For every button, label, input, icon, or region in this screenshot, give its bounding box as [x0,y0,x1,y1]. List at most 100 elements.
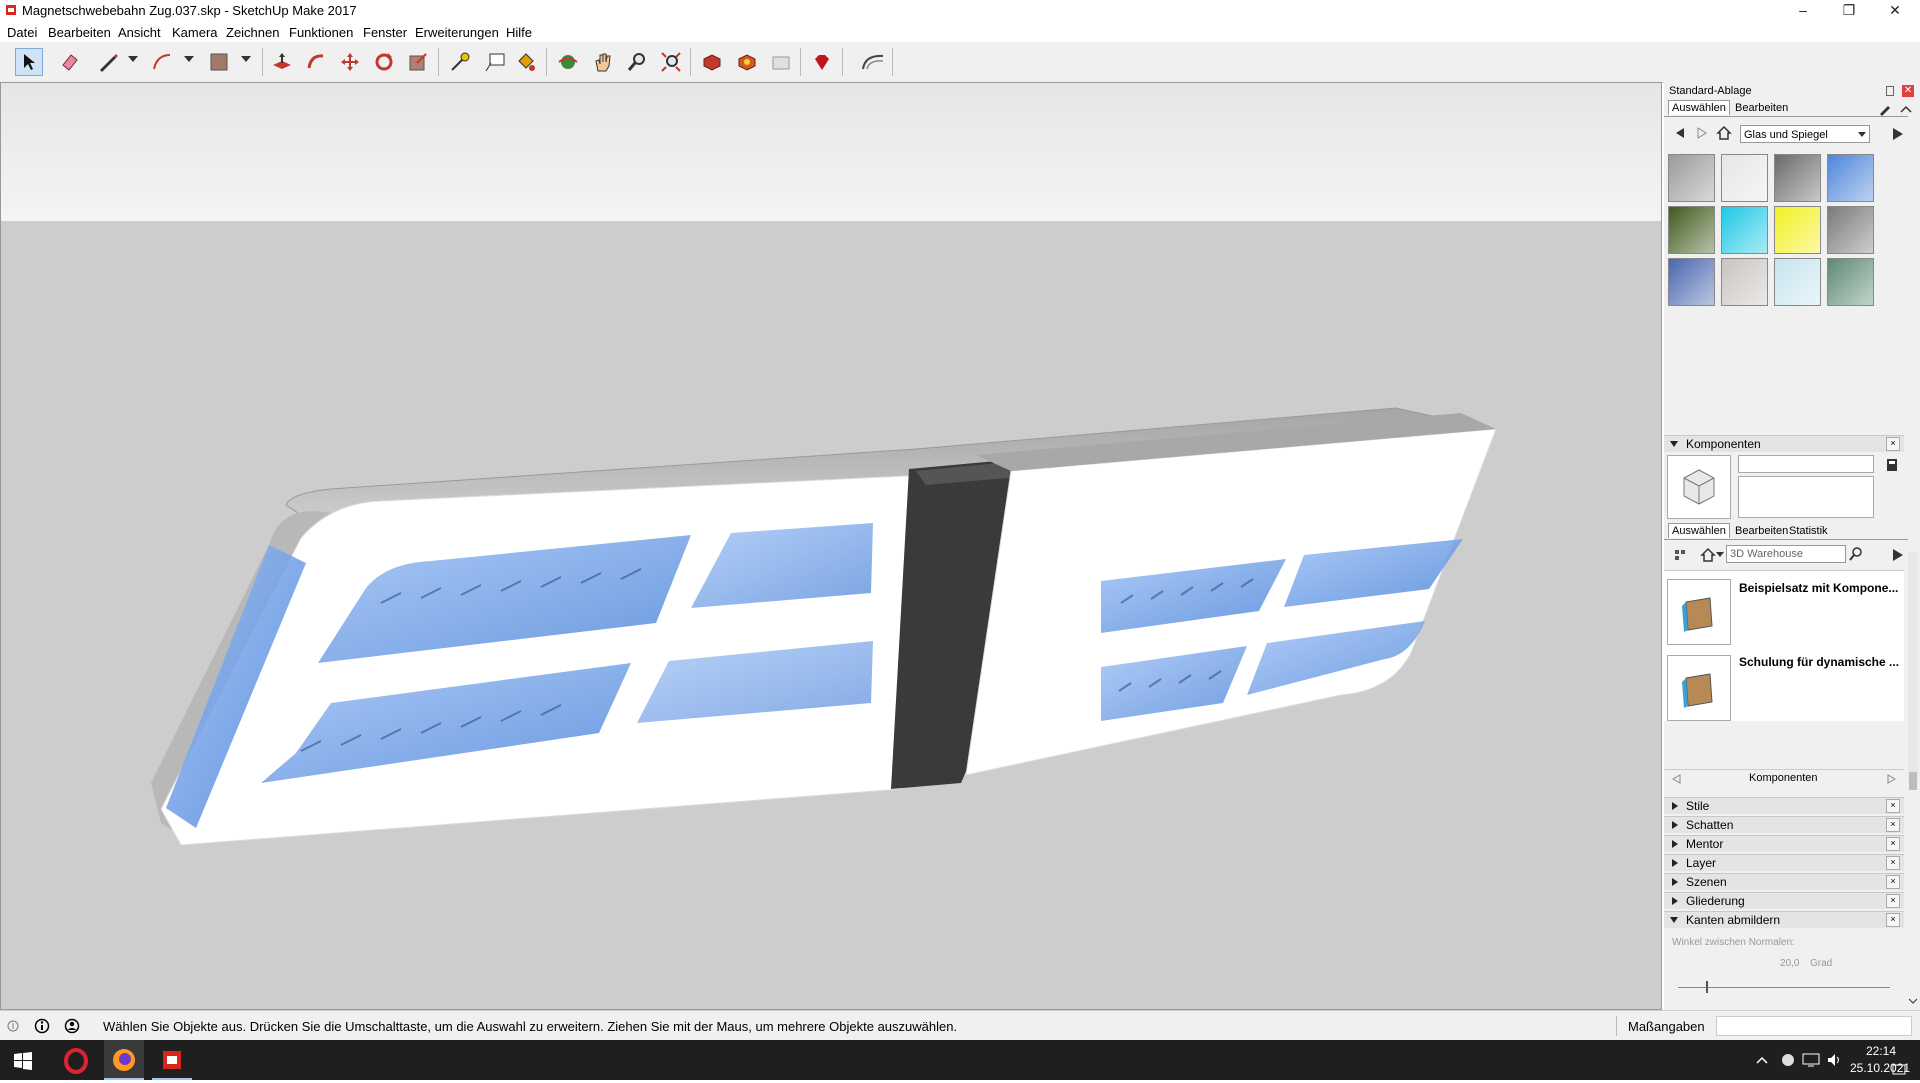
zoom-tool-icon[interactable] [623,48,651,76]
tray-onedrive-icon[interactable] [1780,1052,1796,1068]
material-swatch[interactable] [1668,258,1715,306]
home-icon[interactable] [1716,125,1732,141]
list-item-thumbnail[interactable] [1667,579,1731,645]
soften-angle-slider-thumb[interactable] [1706,981,1708,993]
ruby-console-icon[interactable] [808,48,836,76]
credits-info-icon[interactable] [34,1018,50,1034]
orbit-tool-icon[interactable] [554,48,582,76]
extension-warehouse-icon[interactable] [733,48,761,76]
material-swatch[interactable] [1721,154,1768,202]
components-tab-select[interactable]: Auswählen [1668,523,1730,538]
section-close-icon[interactable]: × [1886,818,1900,832]
components-home-icon[interactable] [1700,547,1716,563]
home-dropdown-icon[interactable] [1716,552,1724,557]
material-swatch[interactable] [1774,154,1821,202]
material-collection-select[interactable]: Glas und Spiegel [1740,125,1870,143]
menu-funktionen[interactable]: Funktionen [289,25,353,40]
3d-warehouse-icon[interactable] [698,48,726,76]
taskbar-sketchup-icon[interactable] [152,1040,192,1080]
maximize-button[interactable]: ❐ [1826,0,1872,22]
section-close-icon[interactable]: × [1886,837,1900,851]
pencil-dropdown-icon[interactable] [128,56,138,62]
menu-bearbeiten[interactable]: Bearbeiten [48,25,111,40]
section-close-icon[interactable]: × [1886,856,1900,870]
clock-time[interactable]: 22:14 [1866,1044,1896,1058]
material-swatch[interactable] [1827,206,1874,254]
panel-scroll-down-icon[interactable] [1908,996,1918,1006]
windows-start-icon[interactable] [14,1052,32,1070]
section-close-icon[interactable]: × [1886,894,1900,908]
components-tab-edit[interactable]: Bearbeiten [1732,524,1791,538]
move-tool-icon[interactable] [336,48,364,76]
section-close-icon[interactable]: × [1886,799,1900,813]
sample-paint-icon[interactable] [1878,102,1892,116]
materials-tab-select[interactable]: Auswählen [1668,100,1730,115]
warehouse-search-input[interactable]: 3D Warehouse [1726,545,1846,563]
menu-hilfe[interactable]: Hilfe [506,25,532,40]
pan-tool-icon[interactable] [589,48,617,76]
back-arrow-icon[interactable] [1672,125,1688,141]
details-arrow-icon[interactable] [1890,126,1906,142]
pin-icon[interactable] [1886,86,1894,96]
tray-chevron-up-icon[interactable] [1756,1055,1768,1065]
material-swatch[interactable] [1721,206,1768,254]
follow-me-tool-icon[interactable] [302,48,330,76]
menu-zeichnen[interactable]: Zeichnen [226,25,279,40]
scrollbar-thumb[interactable] [1909,772,1917,790]
notification-icon[interactable] [1892,1064,1906,1076]
components-details-arrow-icon[interactable] [1890,547,1906,563]
scale-tool-icon[interactable] [404,48,432,76]
list-item-label[interactable]: Beispielsatz mit Kompone... [1739,581,1898,595]
taskbar-opera-icon[interactable] [56,1044,96,1078]
eraser-tool-icon[interactable] [56,48,84,76]
rectangle-tool-icon[interactable] [205,48,233,76]
display-secondary-icon[interactable] [1886,458,1898,472]
view-options-icon[interactable] [1674,548,1692,562]
section-gliederung[interactable]: Gliederung × [1664,892,1904,909]
paint-bucket-tool-icon[interactable] [512,48,540,76]
material-swatch[interactable] [1721,258,1768,306]
measurements-input[interactable] [1716,1016,1912,1036]
footer-back-icon[interactable] [1670,773,1682,785]
component-description-field[interactable] [1738,476,1874,518]
menu-erweiterungen[interactable]: Erweiterungen [415,25,499,40]
material-swatch[interactable] [1827,258,1874,306]
arc-tool-icon[interactable] [148,48,176,76]
share-model-icon[interactable] [767,48,795,76]
components-section-header[interactable]: Komponenten × [1664,435,1904,452]
search-icon[interactable] [1848,546,1864,562]
list-item-thumbnail[interactable] [1667,655,1731,721]
section-schatten[interactable]: Schatten × [1664,816,1904,833]
collapse-chevron-icon[interactable] [1900,104,1912,114]
menu-kamera[interactable]: Kamera [172,25,218,40]
material-swatch[interactable] [1827,154,1874,202]
footer-forward-icon[interactable] [1886,773,1898,785]
tape-measure-tool-icon[interactable] [446,48,474,76]
material-swatch[interactable] [1774,258,1821,306]
text-tool-icon[interactable] [481,48,509,76]
soften-angle-slider-track[interactable] [1678,987,1890,988]
taskbar-firefox-icon[interactable] [104,1040,144,1080]
minimize-button[interactable]: – [1780,0,1826,22]
close-button[interactable]: ✕ [1872,0,1918,22]
menu-fenster[interactable]: Fenster [363,25,407,40]
section-szenen[interactable]: Szenen × [1664,873,1904,890]
push-pull-tool-icon[interactable] [268,48,296,76]
select-tool-icon[interactable] [15,48,43,76]
components-scrollbar[interactable] [1908,552,1918,790]
shape-dropdown-icon[interactable] [241,56,251,62]
sandbox-icon[interactable] [859,48,887,76]
volume-icon[interactable] [1826,1052,1842,1068]
user-account-icon[interactable] [64,1018,80,1034]
section-layer[interactable]: Layer × [1664,854,1904,871]
zoom-extents-tool-icon[interactable] [657,48,685,76]
section-mentor[interactable]: Mentor × [1664,835,1904,852]
rotate-tool-icon[interactable] [370,48,398,76]
section-close-icon[interactable]: × [1886,875,1900,889]
section-close-icon[interactable]: × [1886,913,1900,927]
section-kanten-abmildern[interactable]: Kanten abmildern × [1664,911,1904,928]
list-item-label[interactable]: Schulung für dynamische ... [1739,655,1899,669]
components-tab-stats[interactable]: Statistik [1786,524,1831,538]
materials-tab-edit[interactable]: Bearbeiten [1732,101,1791,115]
component-name-field[interactable] [1738,455,1874,473]
